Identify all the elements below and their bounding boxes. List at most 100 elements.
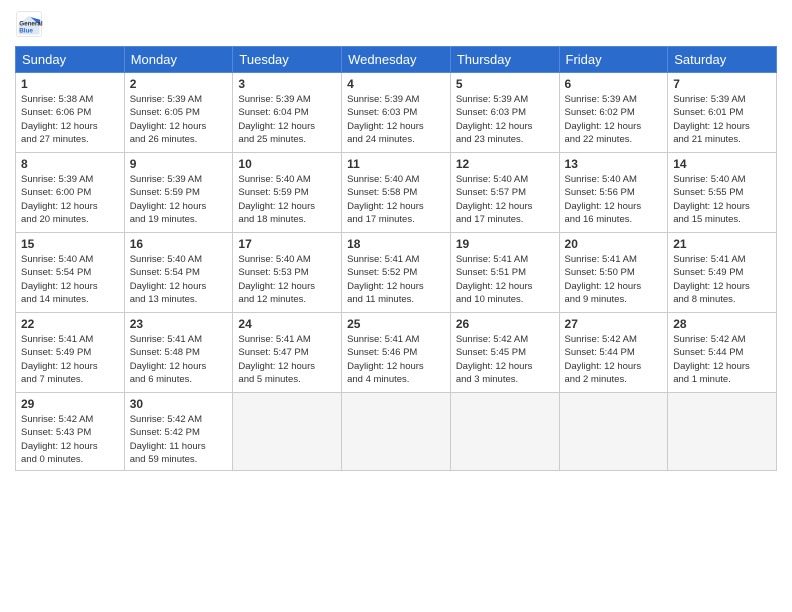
day-info: Sunrise: 5:40 AM Sunset: 5:59 PM Dayligh…	[238, 173, 336, 226]
day-info: Sunrise: 5:39 AM Sunset: 6:05 PM Dayligh…	[130, 93, 228, 146]
day-info: Sunrise: 5:40 AM Sunset: 5:56 PM Dayligh…	[565, 173, 663, 226]
day-info: Sunrise: 5:41 AM Sunset: 5:47 PM Dayligh…	[238, 333, 336, 386]
calendar-day-cell: 25 Sunrise: 5:41 AM Sunset: 5:46 PM Dayli…	[342, 313, 451, 393]
calendar-header-thursday: Thursday	[450, 47, 559, 73]
day-info: Sunrise: 5:41 AM Sunset: 5:51 PM Dayligh…	[456, 253, 554, 306]
calendar-day-cell: 11 Sunrise: 5:40 AM Sunset: 5:58 PM Dayli…	[342, 153, 451, 233]
calendar-day-cell: 12Sunrise: 5:40 AM Sunset: 5:57 PM Dayli…	[450, 153, 559, 233]
day-info: Sunrise: 5:39 AM Sunset: 6:03 PM Dayligh…	[456, 93, 554, 146]
day-number: 20	[565, 237, 663, 251]
calendar-week-row: 29Sunrise: 5:42 AM Sunset: 5:43 PM Dayli…	[16, 393, 777, 471]
day-info: Sunrise: 5:40 AM Sunset: 5:54 PM Dayligh…	[21, 253, 119, 306]
calendar-day-cell: 6 Sunrise: 5:39 AM Sunset: 6:02 PM Daylig…	[559, 73, 668, 153]
day-number: 23	[130, 317, 228, 331]
day-number: 11	[347, 157, 445, 171]
calendar-day-cell: 26 Sunrise: 5:42 AM Sunset: 5:45 PM Dayli…	[450, 313, 559, 393]
calendar-header-row: SundayMondayTuesdayWednesdayThursdayFrid…	[16, 47, 777, 73]
calendar-day-cell	[342, 393, 451, 471]
calendar-header-sunday: Sunday	[16, 47, 125, 73]
day-info: Sunrise: 5:40 AM Sunset: 5:58 PM Dayligh…	[347, 173, 445, 226]
calendar-day-cell: 10 Sunrise: 5:40 AM Sunset: 5:59 PM Dayli…	[233, 153, 342, 233]
day-number: 19	[456, 237, 554, 251]
calendar-header-saturday: Saturday	[668, 47, 777, 73]
day-number: 6	[565, 77, 663, 91]
calendar-day-cell: 8 Sunrise: 5:39 AM Sunset: 6:00 PM Daylig…	[16, 153, 125, 233]
calendar-day-cell: 21 Sunrise: 5:41 AM Sunset: 5:49 PM Dayli…	[668, 233, 777, 313]
day-number: 25	[347, 317, 445, 331]
calendar-header-tuesday: Tuesday	[233, 47, 342, 73]
day-info: Sunrise: 5:42 AM Sunset: 5:44 PM Dayligh…	[565, 333, 663, 386]
day-info: Sunrise: 5:38 AM Sunset: 6:06 PM Dayligh…	[21, 93, 119, 146]
day-number: 17	[238, 237, 336, 251]
calendar-day-cell: 9Sunrise: 5:39 AM Sunset: 5:59 PM Daylig…	[124, 153, 233, 233]
day-info: Sunrise: 5:39 AM Sunset: 6:02 PM Dayligh…	[565, 93, 663, 146]
day-number: 13	[565, 157, 663, 171]
calendar-day-cell: 3 Sunrise: 5:39 AM Sunset: 6:04 PM Daylig…	[233, 73, 342, 153]
calendar-day-cell	[668, 393, 777, 471]
day-info: Sunrise: 5:41 AM Sunset: 5:49 PM Dayligh…	[673, 253, 771, 306]
calendar-day-cell	[559, 393, 668, 471]
calendar-day-cell: 15 Sunrise: 5:40 AM Sunset: 5:54 PM Dayli…	[16, 233, 125, 313]
calendar-week-row: 15 Sunrise: 5:40 AM Sunset: 5:54 PM Dayli…	[16, 233, 777, 313]
calendar-day-cell: 22 Sunrise: 5:41 AM Sunset: 5:49 PM Dayli…	[16, 313, 125, 393]
day-info: Sunrise: 5:42 AM Sunset: 5:42 PM Dayligh…	[130, 413, 228, 466]
day-info: Sunrise: 5:40 AM Sunset: 5:53 PM Dayligh…	[238, 253, 336, 306]
day-info: Sunrise: 5:41 AM Sunset: 5:50 PM Dayligh…	[565, 253, 663, 306]
calendar-day-cell: 2 Sunrise: 5:39 AM Sunset: 6:05 PM Daylig…	[124, 73, 233, 153]
calendar-day-cell: 24 Sunrise: 5:41 AM Sunset: 5:47 PM Dayli…	[233, 313, 342, 393]
day-number: 9	[130, 157, 228, 171]
header: General Blue	[15, 10, 777, 38]
day-info: Sunrise: 5:42 AM Sunset: 5:45 PM Dayligh…	[456, 333, 554, 386]
day-info: Sunrise: 5:41 AM Sunset: 5:46 PM Dayligh…	[347, 333, 445, 386]
calendar-day-cell: 13 Sunrise: 5:40 AM Sunset: 5:56 PM Dayli…	[559, 153, 668, 233]
calendar-header-friday: Friday	[559, 47, 668, 73]
calendar-day-cell: 23 Sunrise: 5:41 AM Sunset: 5:48 PM Dayli…	[124, 313, 233, 393]
calendar-header-wednesday: Wednesday	[342, 47, 451, 73]
day-info: Sunrise: 5:39 AM Sunset: 6:01 PM Dayligh…	[673, 93, 771, 146]
calendar-header-monday: Monday	[124, 47, 233, 73]
day-info: Sunrise: 5:39 AM Sunset: 6:00 PM Dayligh…	[21, 173, 119, 226]
calendar-day-cell: 16 Sunrise: 5:40 AM Sunset: 5:54 PM Dayli…	[124, 233, 233, 313]
logo-icon: General Blue	[15, 10, 43, 38]
svg-text:General: General	[19, 20, 43, 27]
logo: General Blue	[15, 10, 43, 38]
day-number: 16	[130, 237, 228, 251]
day-number: 21	[673, 237, 771, 251]
day-info: Sunrise: 5:41 AM Sunset: 5:48 PM Dayligh…	[130, 333, 228, 386]
day-info: Sunrise: 5:41 AM Sunset: 5:49 PM Dayligh…	[21, 333, 119, 386]
calendar-day-cell: 5 Sunrise: 5:39 AM Sunset: 6:03 PM Daylig…	[450, 73, 559, 153]
day-info: Sunrise: 5:39 AM Sunset: 6:03 PM Dayligh…	[347, 93, 445, 146]
day-number: 5	[456, 77, 554, 91]
calendar-day-cell: 28 Sunrise: 5:42 AM Sunset: 5:44 PM Dayli…	[668, 313, 777, 393]
day-info: Sunrise: 5:42 AM Sunset: 5:44 PM Dayligh…	[673, 333, 771, 386]
calendar-day-cell: 17 Sunrise: 5:40 AM Sunset: 5:53 PM Dayli…	[233, 233, 342, 313]
calendar-week-row: 22 Sunrise: 5:41 AM Sunset: 5:49 PM Dayli…	[16, 313, 777, 393]
day-number: 24	[238, 317, 336, 331]
day-number: 26	[456, 317, 554, 331]
calendar-day-cell	[450, 393, 559, 471]
calendar-day-cell: 29Sunrise: 5:42 AM Sunset: 5:43 PM Dayli…	[16, 393, 125, 471]
day-number: 3	[238, 77, 336, 91]
calendar-day-cell: 1Sunrise: 5:38 AM Sunset: 6:06 PM Daylig…	[16, 73, 125, 153]
day-number: 28	[673, 317, 771, 331]
day-number: 7	[673, 77, 771, 91]
calendar-day-cell: 27 Sunrise: 5:42 AM Sunset: 5:44 PM Dayli…	[559, 313, 668, 393]
day-number: 8	[21, 157, 119, 171]
day-number: 30	[130, 397, 228, 411]
calendar-day-cell: 7 Sunrise: 5:39 AM Sunset: 6:01 PM Daylig…	[668, 73, 777, 153]
calendar-day-cell: 20 Sunrise: 5:41 AM Sunset: 5:50 PM Dayli…	[559, 233, 668, 313]
day-number: 2	[130, 77, 228, 91]
day-info: Sunrise: 5:40 AM Sunset: 5:57 PM Dayligh…	[456, 173, 554, 226]
day-info: Sunrise: 5:40 AM Sunset: 5:54 PM Dayligh…	[130, 253, 228, 306]
day-number: 4	[347, 77, 445, 91]
day-number: 15	[21, 237, 119, 251]
calendar-day-cell	[233, 393, 342, 471]
day-info: Sunrise: 5:41 AM Sunset: 5:52 PM Dayligh…	[347, 253, 445, 306]
day-number: 10	[238, 157, 336, 171]
day-number: 22	[21, 317, 119, 331]
calendar-day-cell: 18Sunrise: 5:41 AM Sunset: 5:52 PM Dayli…	[342, 233, 451, 313]
day-number: 27	[565, 317, 663, 331]
calendar-week-row: 8 Sunrise: 5:39 AM Sunset: 6:00 PM Daylig…	[16, 153, 777, 233]
calendar-day-cell: 30 Sunrise: 5:42 AM Sunset: 5:42 PM Dayli…	[124, 393, 233, 471]
day-info: Sunrise: 5:39 AM Sunset: 6:04 PM Dayligh…	[238, 93, 336, 146]
